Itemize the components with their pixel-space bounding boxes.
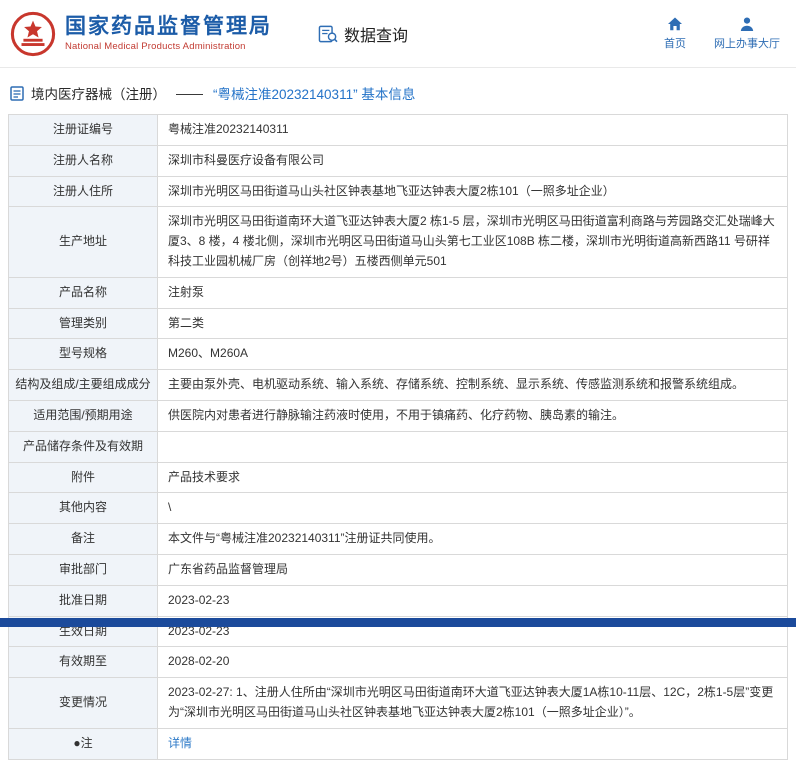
document-icon <box>10 85 24 101</box>
national-emblem-logo <box>10 11 56 57</box>
user-icon <box>739 16 755 32</box>
agency-name-en: National Medical Products Administration <box>65 41 246 53</box>
row-value: 深圳市光明区马田街道南环大道飞亚达钟表大厦2 栋1-5 层，深圳市光明区马田街道… <box>157 206 788 278</box>
page-title: “粤械注准20232140311” 基本信息 <box>213 87 416 102</box>
row-value: 2023-02-23 <box>157 584 788 617</box>
footer-bar <box>0 618 796 627</box>
row-value: 2028-02-20 <box>157 646 788 679</box>
site-header: 国家药品监督管理局 National Medical Products Admi… <box>0 0 796 68</box>
row-value <box>157 430 788 463</box>
row-label: 附件 <box>8 461 158 494</box>
brand-text: 国家药品监督管理局 National Medical Products Admi… <box>65 15 272 52</box>
table-row: 变更情况 2023-02-27: 1、注册人住所由“深圳市光明区马田街道南环大道飞… <box>8 677 788 729</box>
row-value: 产品技术要求 <box>157 461 788 494</box>
row-value: 本文件与“粤械注准20232140311”注册证共同使用。 <box>157 523 788 555</box>
home-icon <box>667 16 683 32</box>
table-row: 产品名称 注射泵 <box>8 276 788 309</box>
row-value: 供医院内对患者进行静脉输注药液时使用，不用于镇痛药、化疗药物、胰岛素的输注。 <box>157 399 788 432</box>
nav-service-hall[interactable]: 网上办事大厅 <box>714 16 780 51</box>
table-row: 注册人住所 深圳市光明区马田街道马山头社区钟表基地飞亚达钟表大厦2栋101（一照多… <box>8 175 788 208</box>
data-query-icon <box>318 25 338 43</box>
table-row: 生产地址 深圳市光明区马田街道南环大道飞亚达钟表大厦2 栋1-5 层，深圳市光明区… <box>8 206 788 278</box>
table-row: 注册证编号 粤械注准20232140311 <box>8 114 788 146</box>
row-value: \ <box>157 492 788 525</box>
info-table: 注册证编号 粤械注准20232140311 注册人名称 深圳市科曼医疗设备有限公司 注册… <box>8 114 788 760</box>
row-value: 2023-02-27: 1、注册人住所由“深圳市光明区马田街道南环大道飞亚达钟表… <box>157 677 788 729</box>
table-row: 注册人名称 深圳市科曼医疗设备有限公司 <box>8 144 788 177</box>
table-row: 审批部门 广东省药品监督管理局 <box>8 553 788 586</box>
breadcrumb-separator: —— <box>176 85 203 101</box>
table-row: 管理类别 第二类 <box>8 307 788 340</box>
data-query-label: 数据查询 <box>344 27 409 45</box>
nav-home-label: 首页 <box>664 38 686 50</box>
top-nav: 首页 网上办事大厅 <box>664 16 780 51</box>
breadcrumb-section: 境内医疗器械（注册） <box>31 87 166 102</box>
row-label: 结构及组成/主要组成成分 <box>8 369 158 401</box>
row-value: 第二类 <box>157 307 788 340</box>
table-row: ●注 详情 <box>8 727 788 760</box>
row-value: 详情 <box>157 727 788 760</box>
row-label: 管理类别 <box>8 307 158 340</box>
breadcrumb: 境内医疗器械（注册） —— “粤械注准20232140311” 基本信息 <box>0 68 796 114</box>
row-label: 批准日期 <box>8 584 158 617</box>
row-label: 生产地址 <box>8 206 158 278</box>
row-value: 主要由泵外壳、电机驱动系统、输入系统、存储系统、控制系统、显示系统、传感监测系统… <box>157 369 788 401</box>
row-label: 注册人住所 <box>8 175 158 208</box>
table-row: 产品储存条件及有效期 <box>8 430 788 463</box>
row-value: 深圳市光明区马田街道马山头社区钟表基地飞亚达钟表大厦2栋101（一照多址企业） <box>157 175 788 208</box>
row-label: 变更情况 <box>8 677 158 729</box>
detail-link[interactable]: 详情 <box>168 736 192 750</box>
row-label: 产品储存条件及有效期 <box>8 430 158 463</box>
row-label: 适用范围/预期用途 <box>8 399 158 432</box>
row-value: 注射泵 <box>157 276 788 309</box>
table-row: 其他内容 \ <box>8 492 788 525</box>
row-value: M260、M260A <box>157 338 788 371</box>
info-table-body: 注册证编号 粤械注准20232140311 注册人名称 深圳市科曼医疗设备有限公司 注册… <box>8 114 788 760</box>
row-value: 粤械注准20232140311 <box>157 114 788 146</box>
row-label: 注册证编号 <box>8 114 158 146</box>
nav-service-hall-label: 网上办事大厅 <box>714 38 780 50</box>
data-query-nav[interactable]: 数据查询 <box>318 22 408 46</box>
row-label: ●注 <box>8 727 158 760</box>
row-label: 有效期至 <box>8 646 158 679</box>
table-row: 适用范围/预期用途 供医院内对患者进行静脉输注药液时使用，不用于镇痛药、化疗药物、… <box>8 399 788 432</box>
row-label: 其他内容 <box>8 492 158 525</box>
row-label: 注册人名称 <box>8 144 158 177</box>
table-row: 型号规格 M260、M260A <box>8 338 788 371</box>
row-value: 深圳市科曼医疗设备有限公司 <box>157 144 788 177</box>
table-row: 结构及组成/主要组成成分 主要由泵外壳、电机驱动系统、输入系统、存储系统、控制系统… <box>8 369 788 401</box>
row-label: 审批部门 <box>8 553 158 586</box>
agency-name-cn: 国家药品监督管理局 <box>65 14 272 38</box>
brand[interactable]: 国家药品监督管理局 National Medical Products Admi… <box>10 11 272 57</box>
table-row: 批准日期 2023-02-23 <box>8 584 788 617</box>
row-label: 型号规格 <box>8 338 158 371</box>
row-value: 广东省药品监督管理局 <box>157 553 788 586</box>
row-label: 产品名称 <box>8 276 158 309</box>
nav-home[interactable]: 首页 <box>664 16 686 51</box>
table-row: 备注 本文件与“粤械注准20232140311”注册证共同使用。 <box>8 523 788 555</box>
table-row: 有效期至 2028-02-20 <box>8 646 788 679</box>
row-label: 备注 <box>8 523 158 555</box>
table-row: 附件 产品技术要求 <box>8 461 788 494</box>
